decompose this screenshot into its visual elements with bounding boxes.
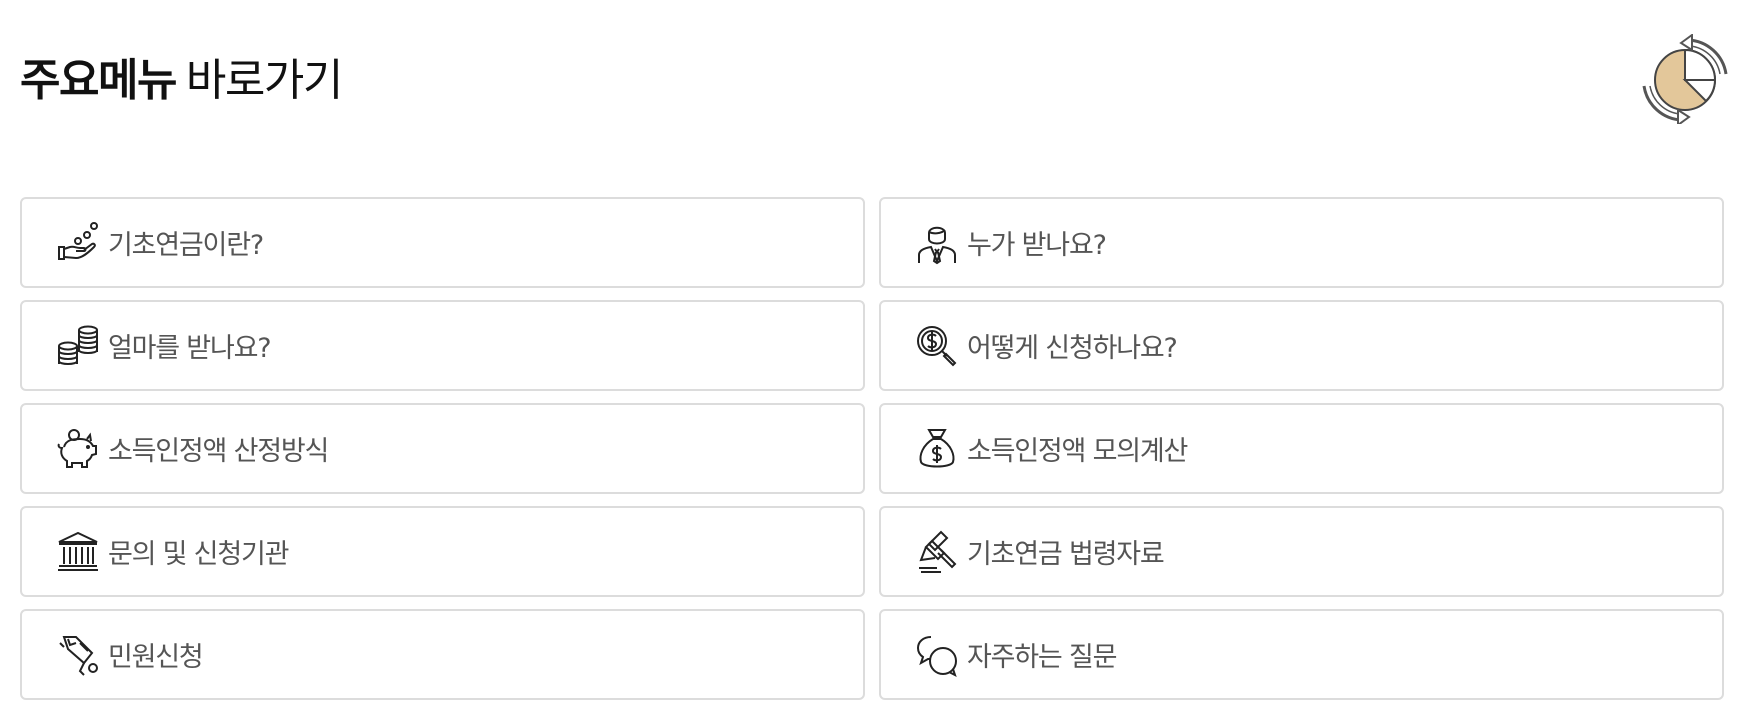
menu-grid: 기초연금이란? 누가 받나요? 얼마를 받나요? 어떻게 신청하나요? 소득인정… — [20, 197, 1725, 700]
bank-building-icon — [56, 530, 100, 574]
menu-item-label: 문의 및 신청기관 — [108, 539, 289, 570]
title-light: 바로가기 — [185, 55, 343, 106]
hand-coins-icon — [56, 221, 100, 265]
menu-item-how-much[interactable]: 얼마를 받나요? — [20, 300, 865, 391]
pen-sign-icon — [56, 633, 100, 677]
person-suit-icon — [915, 221, 959, 265]
gavel-icon — [915, 530, 959, 574]
menu-item-label: 자주하는 질문 — [967, 642, 1117, 673]
menu-item-label: 기초연금 법령자료 — [967, 539, 1165, 570]
money-bag-icon — [915, 427, 959, 471]
coin-stack-icon — [56, 324, 100, 368]
menu-item-legal-materials[interactable]: 기초연금 법령자료 — [879, 506, 1724, 597]
menu-item-basic-pension[interactable]: 기초연금이란? — [20, 197, 865, 288]
menu-item-label: 기초연금이란? — [108, 230, 264, 261]
menu-item-label: 민원신청 — [108, 642, 204, 673]
menu-item-income-simulation[interactable]: 소득인정액 모의계산 — [879, 403, 1724, 494]
page: 주요메뉴 바로가기 기초연금이란? 누가 받나요? 얼마를 받나요? 어떻게 신… — [0, 0, 1748, 716]
dollar-magnifier-icon — [915, 324, 959, 368]
menu-item-who-receives[interactable]: 누가 받나요? — [879, 197, 1724, 288]
menu-item-label: 누가 받나요? — [967, 230, 1107, 261]
menu-item-label: 소득인정액 산정방식 — [108, 436, 329, 467]
menu-item-civil-petition[interactable]: 민원신청 — [20, 609, 865, 700]
menu-item-label: 어떻게 신청하나요? — [967, 333, 1178, 364]
title-strong: 주요메뉴 — [20, 55, 177, 106]
menu-item-faq[interactable]: 자주하는 질문 — [879, 609, 1724, 700]
menu-item-how-to-apply[interactable]: 어떻게 신청하나요? — [879, 300, 1724, 391]
section-header: 주요메뉴 바로가기 — [20, 44, 343, 108]
chat-bubbles-icon — [915, 633, 959, 677]
menu-item-inquiry-office[interactable]: 문의 및 신청기관 — [20, 506, 865, 597]
refresh-chart-icon[interactable] — [1640, 33, 1730, 127]
menu-item-label: 얼마를 받나요? — [108, 333, 272, 364]
menu-item-income-method[interactable]: 소득인정액 산정방식 — [20, 403, 865, 494]
menu-item-label: 소득인정액 모의계산 — [967, 436, 1188, 467]
piggy-bank-icon — [56, 427, 100, 471]
